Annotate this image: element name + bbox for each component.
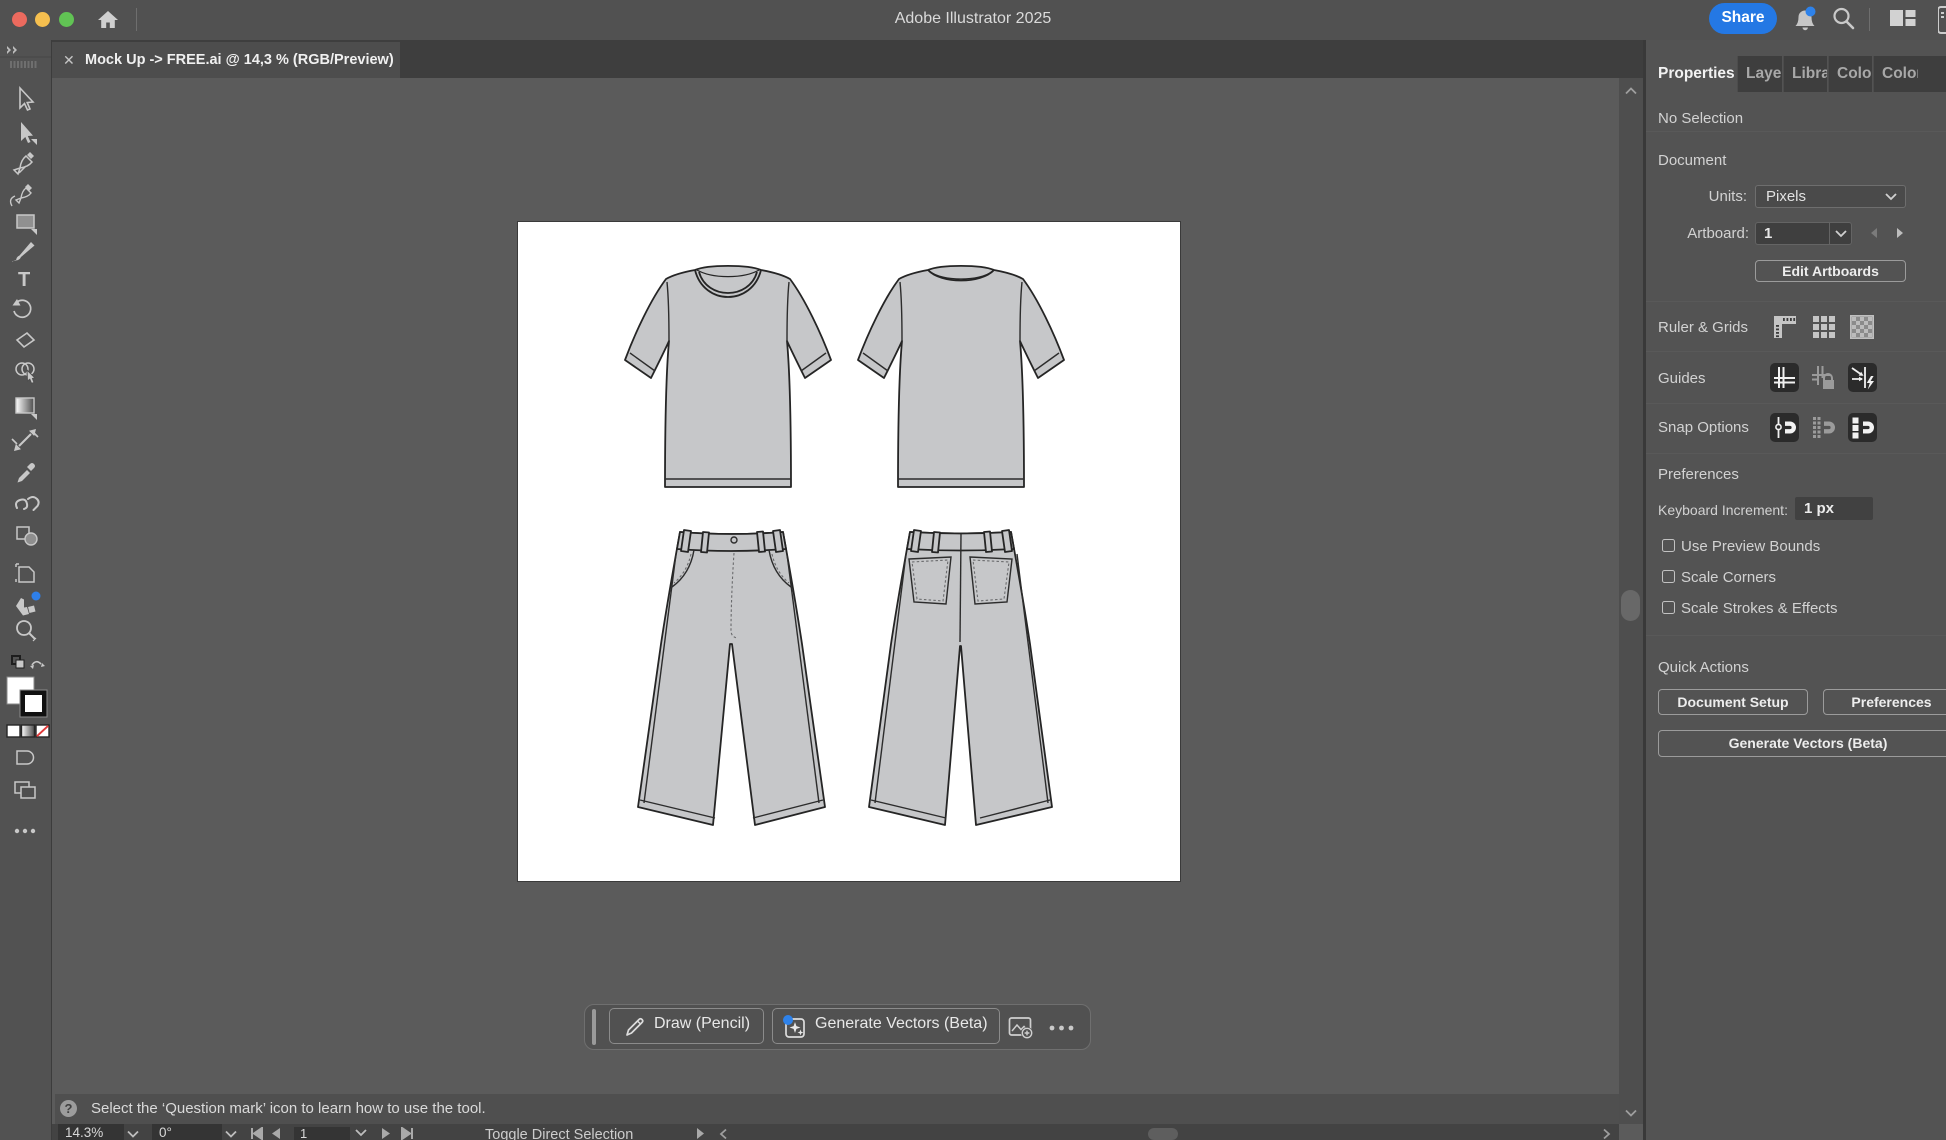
svg-text:1: 1 <box>300 1127 307 1140</box>
svg-text:T: T <box>18 269 30 291</box>
